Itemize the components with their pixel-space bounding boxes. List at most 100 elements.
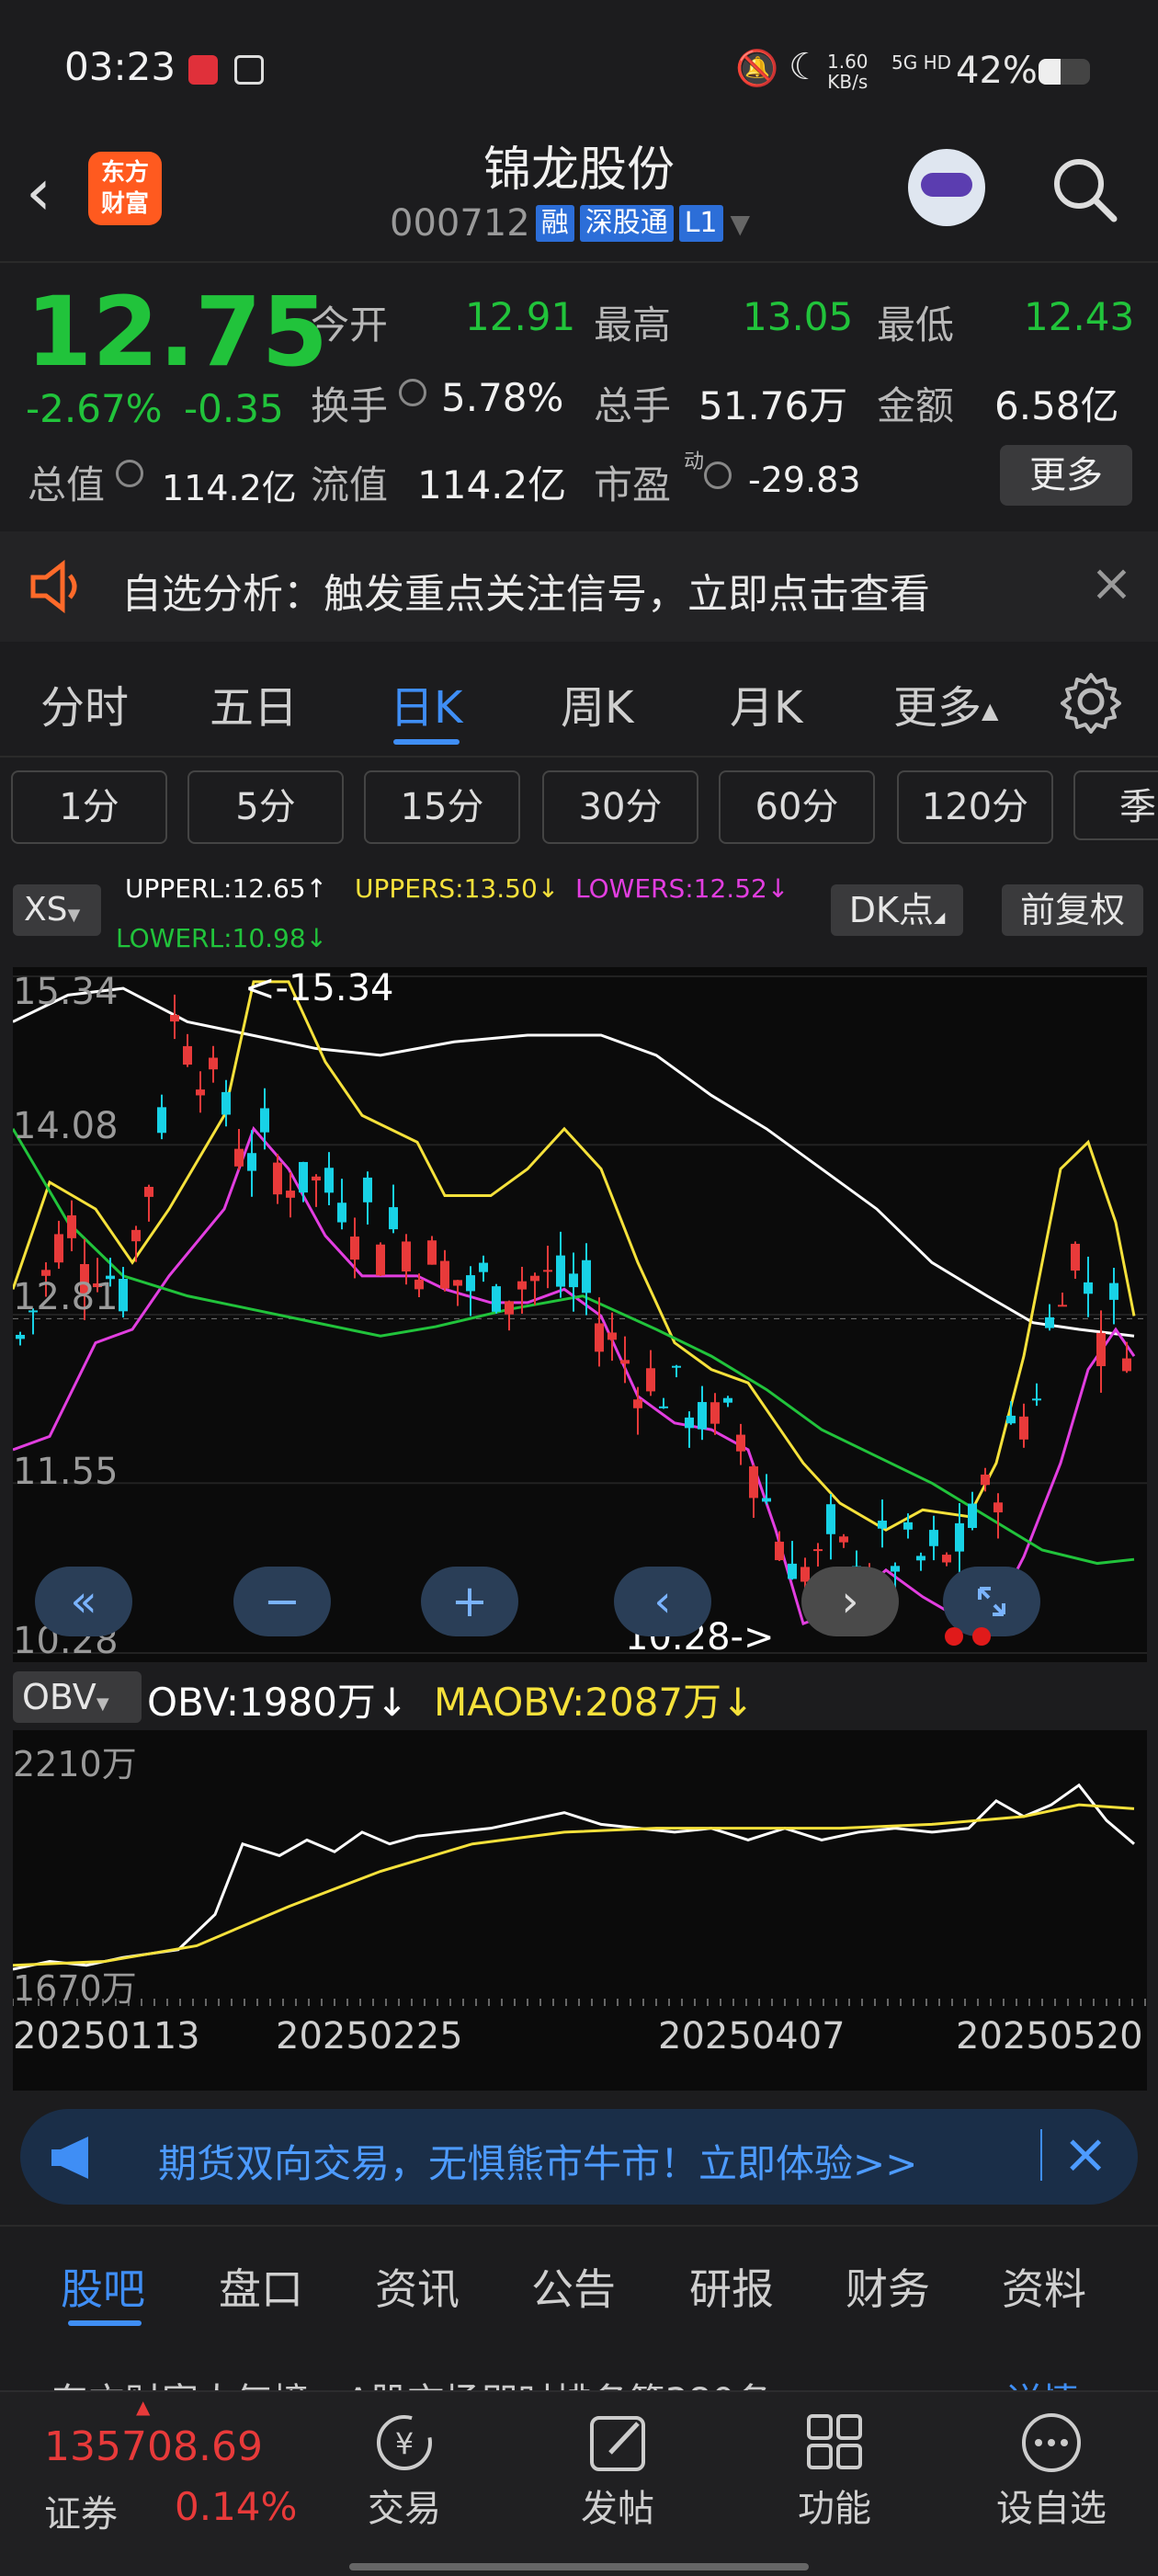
candle-body (247, 1153, 256, 1171)
tab-research[interactable]: 研报 (689, 2256, 774, 2317)
nav-trade[interactable]: ¥ 交易 (358, 2411, 450, 2532)
candle-body (312, 1176, 321, 1181)
expand-icon (978, 1587, 1005, 1616)
futures-ad-banner[interactable]: 期货双向交易，无惧熊市牛市！立即体验>> × (20, 2109, 1138, 2205)
current-price: 12.75 (26, 276, 328, 388)
legend-upperl: UPPERL:12.65↑ (125, 873, 328, 904)
robot-assistant-icon[interactable] (908, 149, 985, 226)
tab-indicator (68, 2320, 142, 2326)
search-icon[interactable] (1048, 153, 1121, 226)
obv-selector[interactable]: OBV▼ (13, 1671, 142, 1723)
candle-body (492, 1286, 501, 1312)
candle-body (749, 1466, 758, 1499)
close-icon[interactable]: × (1090, 553, 1133, 613)
period-1min[interactable]: 1分 (11, 770, 167, 844)
popularity-ticker[interactable]: 东方财富人气榜：A股市场即时排名第380名 详情 (0, 2344, 1158, 2390)
moon-icon: ☾ (789, 46, 822, 88)
tab-monthly-k[interactable]: 月K (730, 671, 802, 735)
adjust-button[interactable]: 前复权 (1002, 884, 1143, 936)
kline-chart[interactable]: 15.34 14.08 12.81 11.55 10.28 <-15.34 10… (11, 967, 1147, 1662)
date-tick-4: 20250520 (956, 2015, 1143, 2057)
stock-code-row[interactable]: 000712 融 深股通 L1 ▼ (390, 202, 750, 245)
tab-intraday[interactable]: 分时 (40, 671, 129, 735)
period-5min[interactable]: 5分 (187, 770, 344, 844)
period-quarter[interactable]: 季 (1073, 770, 1158, 840)
candle-body (698, 1402, 707, 1430)
float-value: 114.2亿 (417, 462, 567, 507)
low-value: 12.43 (1024, 294, 1135, 339)
date-tick-3: 20250407 (658, 2015, 846, 2057)
info-icon[interactable] (704, 462, 732, 489)
pe-dynamic-mark: 动 (684, 450, 705, 473)
candle-body (350, 1237, 359, 1260)
candle-body (221, 1091, 231, 1115)
volume-value: 51.76万 (698, 383, 848, 428)
info-icon[interactable] (116, 460, 143, 487)
close-icon[interactable]: × (1062, 2122, 1108, 2186)
tab-profile[interactable]: 资料 (1002, 2256, 1086, 2317)
ticker-detail-link[interactable]: 详情 (1005, 2372, 1079, 2390)
candle-body (607, 1332, 617, 1340)
tab-indicator (393, 739, 460, 745)
zoom-out-button[interactable]: − (233, 1567, 331, 1636)
candle-body (54, 1234, 63, 1263)
tab-guba[interactable]: 股吧 (61, 2256, 145, 2317)
candle-body (209, 1057, 218, 1070)
index-name[interactable]: 证券 (44, 2484, 118, 2537)
index-pct[interactable]: 0.14% (175, 2484, 297, 2529)
tab-five-day[interactable]: 五日 (210, 671, 298, 735)
index-value[interactable]: 135708.69 (44, 2423, 263, 2470)
maobv-value: MAOBV:2087万↓ (434, 1680, 755, 1725)
candle-body (903, 1522, 913, 1530)
nav-post[interactable]: 发帖 (572, 2411, 664, 2532)
price-tick-top: 15.34 (13, 971, 119, 1013)
tab-weekly-k[interactable]: 周K (561, 671, 633, 735)
dk-point-button[interactable]: DK点◢ (831, 884, 963, 936)
candle-body (633, 1399, 642, 1408)
notice-bar[interactable]: 自选分析：触发重点关注信号，立即点击查看 × (0, 531, 1158, 642)
nav-functions[interactable]: 功能 (789, 2411, 880, 2532)
info-icon[interactable] (399, 379, 426, 406)
obv-chart[interactable]: 2210万 1670万 20250113 20250225 20250407 2… (12, 1730, 1147, 2091)
candle-body (685, 1417, 694, 1429)
bottom-nav: ▲ 135708.69 证券 0.14% ¥ 交易 发帖 功能 设自选 (0, 2390, 1158, 2576)
period-30min[interactable]: 30分 (542, 770, 698, 844)
battery-icon (1039, 59, 1090, 85)
more-dots-icon (1022, 2413, 1081, 2472)
fullscreen-button[interactable] (943, 1567, 1040, 1636)
tab-announcements[interactable]: 公告 (531, 2256, 616, 2317)
more-button[interactable]: 更多 (1000, 445, 1132, 506)
scroll-right-button[interactable]: › (801, 1567, 899, 1636)
price-tick-2: 14.08 (13, 1105, 119, 1147)
tab-finance[interactable]: 财务 (846, 2256, 930, 2317)
candle-body (942, 1555, 951, 1563)
tab-handicap[interactable]: 盘口 (219, 2256, 303, 2317)
candle-body (672, 1365, 681, 1368)
gear-icon[interactable] (1059, 669, 1123, 734)
tab-more[interactable]: 更多▲ (893, 671, 998, 735)
candle-body (1058, 1305, 1067, 1307)
candle-body (788, 1563, 797, 1579)
max-price-label: <-15.34 (244, 967, 394, 1009)
indicator-selector[interactable]: XS▼ (13, 884, 101, 936)
candle-body (170, 1014, 179, 1022)
candle-body (131, 1229, 141, 1242)
candle-body (389, 1207, 398, 1230)
tag-l1: L1 (678, 205, 723, 242)
tab-news[interactable]: 资讯 (375, 2256, 460, 2317)
zoom-in-button[interactable]: + (421, 1567, 518, 1636)
date-tick-1: 20250113 (13, 2015, 200, 2057)
nav-set-watchlist[interactable]: 设自选 (978, 2411, 1125, 2532)
tab-daily-k[interactable]: 日K (390, 671, 462, 735)
candle-body (916, 1556, 925, 1561)
candle-body (620, 1360, 630, 1364)
period-60min[interactable]: 60分 (719, 770, 875, 844)
candle-body (891, 1566, 900, 1572)
candle-body (1006, 1415, 1016, 1424)
candle-body (762, 1498, 771, 1502)
period-15min[interactable]: 15分 (364, 770, 520, 844)
candle-body (1109, 1282, 1118, 1300)
scroll-left-button[interactable]: ‹ (614, 1567, 711, 1636)
period-120min[interactable]: 120分 (897, 770, 1053, 844)
scroll-left-fast-button[interactable]: « (35, 1567, 132, 1636)
